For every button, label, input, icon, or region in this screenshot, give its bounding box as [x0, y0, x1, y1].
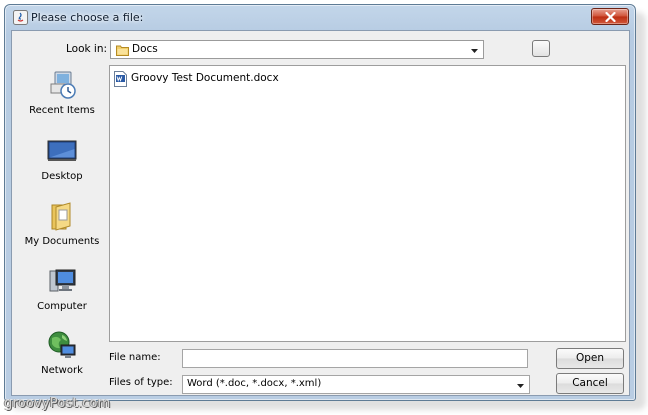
chevron-down-icon[interactable]	[516, 381, 525, 390]
file-name-field[interactable]	[182, 349, 528, 368]
network-icon	[48, 331, 76, 358]
place-label: Computer	[37, 301, 87, 312]
look-in-combo[interactable]: Docs	[110, 40, 484, 59]
my-documents-icon	[51, 202, 71, 231]
title-bar[interactable]: Please choose a file:	[5, 5, 635, 30]
word-document-icon	[114, 71, 127, 87]
close-button[interactable]	[591, 8, 629, 25]
place-label: Recent Items	[29, 105, 95, 116]
cancel-button[interactable]: Cancel	[556, 373, 624, 394]
place-label: Desktop	[41, 171, 83, 182]
file-list[interactable]: Groovy Test Document.docx	[109, 65, 626, 342]
dialog-title: Please choose a file:	[31, 11, 144, 24]
view-toggle-button[interactable]	[532, 40, 550, 57]
file-name: Groovy Test Document.docx	[131, 72, 279, 84]
place-computer[interactable]: Computer	[21, 265, 103, 312]
files-of-type-value: Word (*.doc, *.docx, *.xml)	[187, 378, 322, 389]
recent-items-icon	[50, 71, 76, 99]
chevron-down-icon[interactable]	[470, 46, 479, 55]
look-in-value: Docs	[132, 43, 158, 55]
look-in-label: Look in:	[66, 43, 108, 55]
file-chooser-dialog: Please choose a file: Look in: Docs Rece…	[4, 4, 636, 401]
place-desktop[interactable]: Desktop	[21, 135, 103, 182]
folder-icon	[116, 45, 129, 56]
place-label: My Documents	[24, 236, 100, 247]
place-my-documents[interactable]: My Documents	[21, 200, 103, 247]
desktop-icon	[47, 140, 77, 161]
place-recent-items[interactable]: Recent Items	[21, 69, 103, 116]
computer-icon	[49, 269, 76, 292]
close-icon	[605, 12, 616, 22]
places-bar: Recent Items Desktop My Documents Comput…	[21, 67, 103, 386]
files-of-type-combo[interactable]: Word (*.doc, *.docx, *.xml)	[182, 375, 530, 394]
file-name-label: File name:	[109, 352, 161, 363]
files-of-type-label: Files of type:	[109, 377, 173, 388]
java-app-icon	[13, 10, 28, 25]
open-button[interactable]: Open	[556, 348, 624, 369]
watermark-text: groovyPost.com	[4, 396, 111, 411]
place-label: Network	[41, 365, 83, 376]
dialog-body: Look in: Docs Recent Items Desktop My Do…	[11, 30, 630, 396]
place-network[interactable]: Network	[21, 329, 103, 376]
